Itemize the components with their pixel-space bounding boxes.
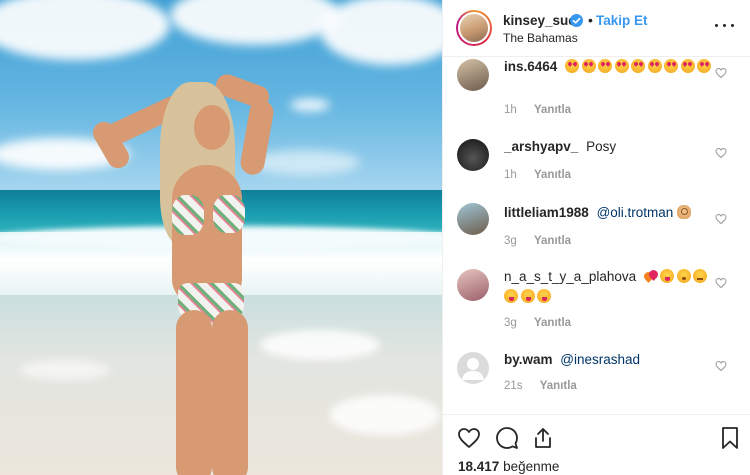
- author-avatar[interactable]: [458, 12, 490, 44]
- likes-summary[interactable]: 18.417 beğenme: [458, 459, 559, 474]
- yum-emoji-icon: [660, 269, 675, 283]
- kiss-emoji-icon: [676, 269, 691, 283]
- two-hearts-emoji-icon: [644, 269, 658, 283]
- like-comment-heart-icon[interactable]: [715, 213, 727, 225]
- comment-time[interactable]: 3g: [504, 235, 517, 247]
- like-comment-heart-icon[interactable]: [715, 277, 727, 289]
- ok-hand-emoji-icon: [677, 205, 692, 219]
- reply-button[interactable]: Yanıtla: [534, 104, 571, 116]
- heart-eyes-emoji-icon: [680, 59, 695, 73]
- heart-eyes-emoji-icon: [664, 59, 679, 73]
- like-comment-heart-icon[interactable]: [715, 67, 727, 79]
- heart-eyes-emoji-icon: [631, 59, 646, 73]
- commenter-avatar[interactable]: [457, 139, 489, 171]
- commenter-username[interactable]: ins.6464: [504, 59, 557, 74]
- instagram-post: kinsey_sue • Takip Et The Bahamas ins.64…: [0, 0, 750, 475]
- comment-time[interactable]: 1h: [504, 169, 517, 181]
- photo-foam: [330, 395, 440, 435]
- commenter-username[interactable]: n_a_s_t_y_a_plahova: [504, 269, 636, 284]
- smirk-emoji-icon: [693, 269, 708, 283]
- commenter-username[interactable]: littleliam1988: [504, 205, 589, 220]
- photo-foam: [260, 330, 380, 360]
- comment-body: Posy: [586, 139, 617, 154]
- comment-mention-link[interactable]: @oli.trotman: [597, 205, 674, 220]
- comment-meta: 3g Yanıtla: [504, 317, 571, 329]
- reply-button[interactable]: Yanıtla: [534, 235, 571, 247]
- comment-emojis: [565, 59, 714, 74]
- likes-label: beğenme: [503, 459, 560, 474]
- heart-eyes-emoji-icon: [614, 59, 629, 73]
- commenter-avatar[interactable]: [457, 59, 489, 91]
- post-actions: 18.417 beğenme: [443, 414, 750, 475]
- commenter-username[interactable]: _arshyapv_: [504, 139, 578, 154]
- author-username[interactable]: kinsey_sue: [503, 13, 576, 28]
- heart-icon[interactable]: [457, 426, 481, 450]
- reply-button[interactable]: Yanıtla: [540, 380, 577, 392]
- default-avatar-icon: [462, 358, 484, 380]
- photo-cloud: [250, 150, 360, 175]
- comment-time[interactable]: 1h: [504, 104, 517, 116]
- comment-time[interactable]: 21s: [504, 380, 523, 392]
- comment-meta: 21s Yanıtla: [504, 380, 577, 392]
- post-header: kinsey_sue • Takip Et The Bahamas: [443, 0, 750, 57]
- comment-icon[interactable]: [495, 426, 519, 450]
- like-comment-heart-icon[interactable]: [715, 360, 727, 372]
- heart-eyes-emoji-icon: [647, 59, 662, 73]
- reply-button[interactable]: Yanıtla: [534, 317, 571, 329]
- post-photo[interactable]: [0, 0, 442, 475]
- photo-foam: [20, 360, 110, 380]
- comment-meta: 1h Yanıtla: [504, 104, 571, 116]
- header-separator: •: [588, 12, 593, 28]
- yum-emoji-icon: [520, 289, 535, 303]
- post-location[interactable]: The Bahamas: [503, 31, 578, 45]
- comment-text: littleliam1988 @oli.trotman: [504, 203, 714, 223]
- commenter-username[interactable]: by.wam: [504, 352, 553, 367]
- commenter-avatar[interactable]: [457, 352, 489, 384]
- photo-cloud: [290, 99, 330, 111]
- more-options-icon[interactable]: [713, 15, 737, 35]
- reply-button[interactable]: Yanıtla: [534, 169, 571, 181]
- follow-button[interactable]: Takip Et: [596, 13, 648, 28]
- heart-eyes-emoji-icon: [565, 59, 580, 73]
- likes-count: 18.417: [458, 459, 500, 474]
- post-side-panel: kinsey_sue • Takip Et The Bahamas ins.64…: [442, 0, 750, 475]
- comment-text: by.wam @inesrashad: [504, 350, 714, 370]
- comment-text: n_a_s_t_y_a_plahova: [504, 267, 714, 307]
- comment-time[interactable]: 3g: [504, 317, 517, 329]
- comment-text: _arshyapv_ Posy: [504, 137, 714, 157]
- comment-text: ins.6464: [504, 57, 714, 77]
- yum-emoji-icon: [537, 289, 551, 303]
- verified-badge-icon: [570, 14, 583, 27]
- commenter-avatar[interactable]: [457, 203, 489, 235]
- comment-mention-link[interactable]: @inesrashad: [560, 352, 640, 367]
- yum-emoji-icon: [504, 289, 518, 303]
- comment-meta: 1h Yanıtla: [504, 169, 571, 181]
- heart-eyes-emoji-icon: [581, 59, 596, 73]
- comment-meta: 3g Yanıtla: [504, 235, 571, 247]
- share-icon[interactable]: [531, 426, 555, 450]
- comments-list[interactable]: ins.6464 1h Yanıtla _arshyapv_ Posy 1h Y…: [443, 57, 750, 414]
- like-comment-heart-icon[interactable]: [715, 147, 727, 159]
- bookmark-icon[interactable]: [718, 426, 742, 450]
- heart-eyes-emoji-icon: [697, 59, 712, 73]
- author-avatar-ring[interactable]: [456, 10, 492, 46]
- heart-eyes-emoji-icon: [598, 59, 613, 73]
- commenter-avatar[interactable]: [457, 269, 489, 301]
